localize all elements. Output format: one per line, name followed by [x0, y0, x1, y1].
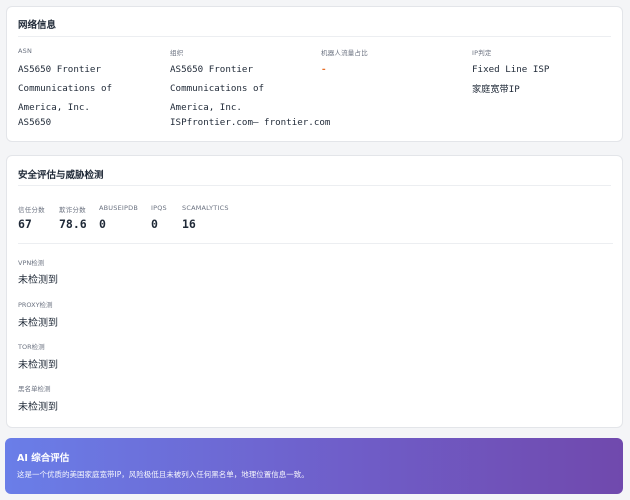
trust-score-label: 信任分数 — [18, 206, 45, 214]
network-info-title: 网络信息 — [18, 20, 57, 31]
blacklist-detection-value: 未检测到 — [18, 402, 58, 413]
proxy-detection-label: PROXY检测 — [18, 301, 53, 309]
divider — [18, 243, 613, 244]
ai-assessment-card: AI 综合评估 这是一个优质的美国家庭宽带IP，风险极低且未被列入任何黑名单，地… — [5, 438, 623, 494]
ipqs-value: 0 — [151, 217, 158, 231]
divider — [18, 185, 611, 186]
security-title: 安全评估与威胁检测 — [18, 170, 104, 181]
abuseipdb-value: 0 — [99, 217, 106, 231]
blacklist-detection-label: 黑名单检测 — [18, 385, 51, 393]
ip-type-label: IP判定 — [472, 49, 492, 57]
ip-type-residential: 家庭宽带IP — [472, 84, 520, 95]
org-value: AS5650 Frontier Communications of Americ… — [170, 64, 265, 113]
bot-traffic-label: 机器人流量占比 — [321, 49, 368, 57]
tor-detection-value: 未检测到 — [18, 360, 58, 371]
fraud-score-value: 78.6 — [59, 217, 87, 231]
tor-detection-label: TOR检测 — [18, 343, 45, 351]
proxy-detection-value: 未检测到 — [18, 318, 58, 329]
vpn-detection-value: 未检测到 — [18, 275, 58, 286]
ai-assessment-text: 这是一个优质的美国家庭宽带IP，风险极低且未被列入任何黑名单，地理位置信息一致。 — [17, 470, 309, 479]
abuseipdb-label: ABUSEIPDB — [99, 204, 138, 212]
security-card: 安全评估与威胁检测 信任分数 67 欺诈分数 78.6 ABUSEIPDB 0 … — [6, 155, 623, 428]
divider — [18, 36, 611, 37]
asn-label: ASN — [18, 47, 33, 55]
vpn-detection-label: VPN检测 — [18, 259, 45, 267]
scamalytics-value: 16 — [182, 217, 196, 231]
asn-value: AS5650 Frontier Communications of Americ… — [18, 64, 113, 113]
org-label: 组织 — [170, 49, 184, 57]
ip-type-value: Fixed Line ISP — [472, 64, 550, 75]
trust-score-value: 67 — [18, 217, 32, 231]
ipqs-label: IPQS — [151, 204, 167, 212]
ai-assessment-title: AI 综合评估 — [17, 453, 70, 464]
asn-number: AS5650 — [18, 117, 52, 128]
scamalytics-label: SCAMALYTICS — [182, 204, 229, 212]
fraud-score-label: 欺诈分数 — [59, 206, 86, 214]
bot-traffic-value: - — [321, 64, 327, 75]
network-info-card: 网络信息 ASN AS5650 Frontier Communications … — [6, 6, 623, 142]
org-domains: ISPfrontier.com— frontier.com — [170, 117, 331, 128]
